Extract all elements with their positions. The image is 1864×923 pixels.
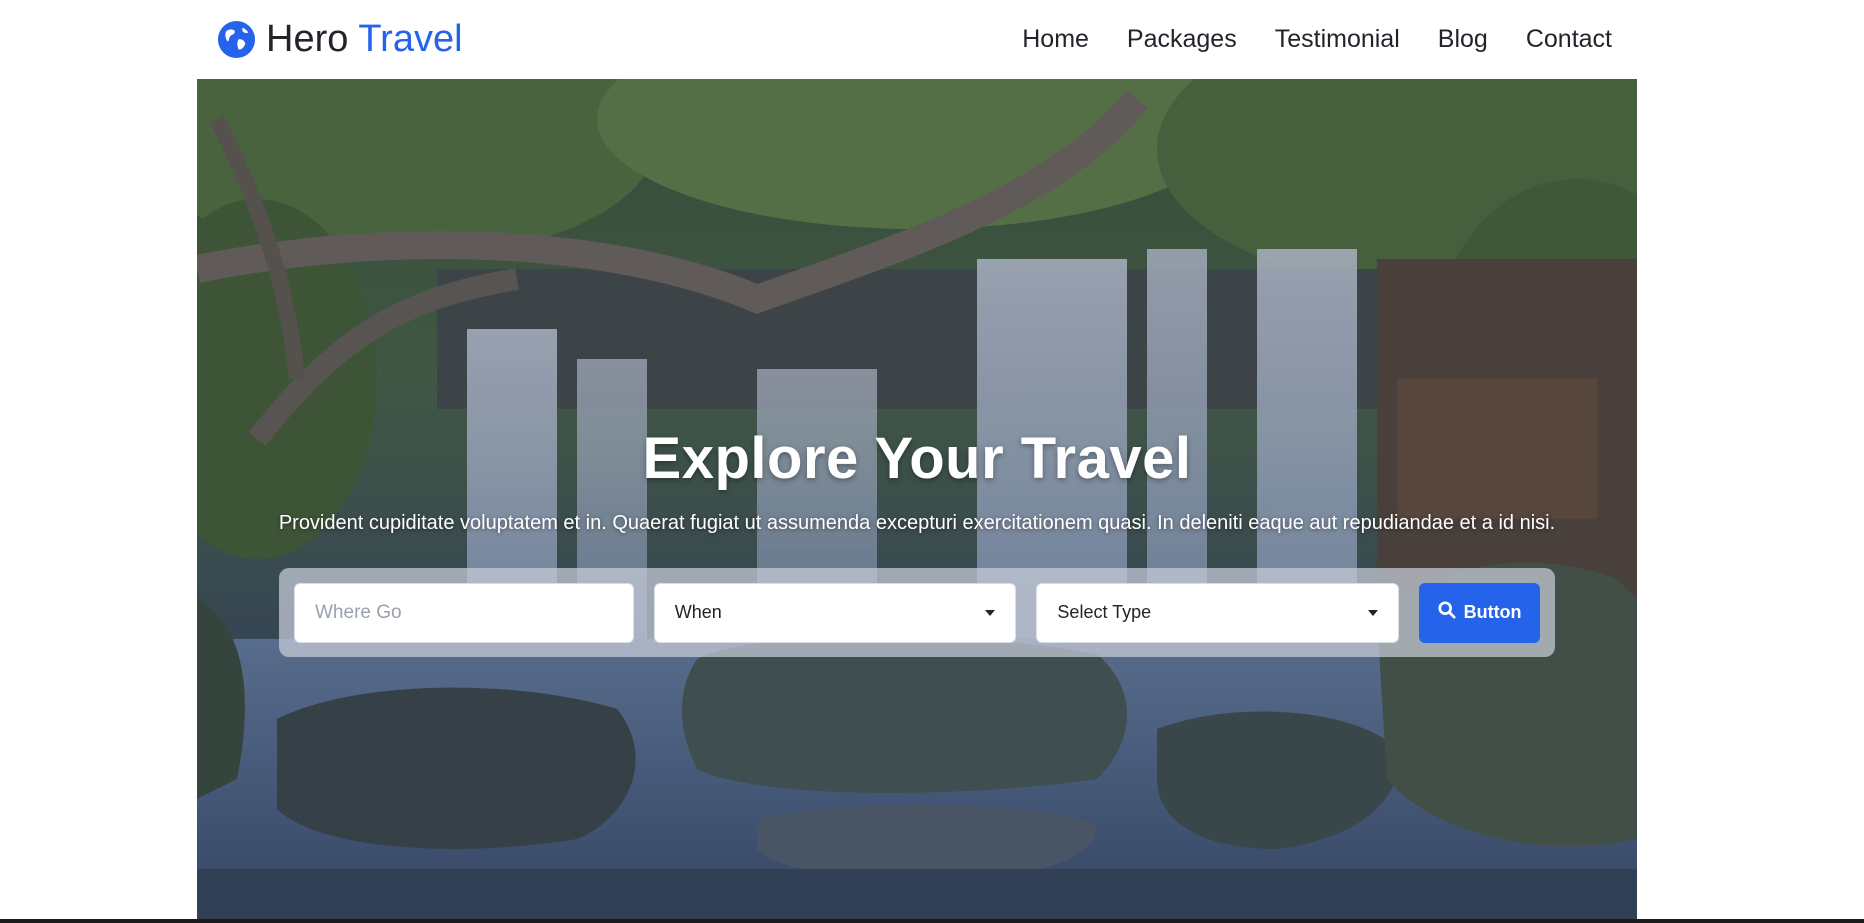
navbar: Hero Travel Home Packages Testimonial Bl… [197,0,1637,79]
caret-down-icon [985,609,996,616]
search-panel: When Select Type Button [279,568,1555,657]
type-select-value: Select Type [1057,602,1152,622]
nav-item-packages[interactable]: Packages [1127,25,1237,54]
search-button-label: Button [1463,602,1522,622]
brand[interactable]: Hero Travel [217,18,463,61]
when-select-value: When [674,602,722,622]
brand-name-accent: Travel [358,18,463,60]
search-button[interactable]: Button [1419,582,1541,643]
hero-content: Explore Your Travel Provident cupiditate… [197,425,1637,535]
when-select[interactable]: When [653,582,1017,643]
caret-down-icon [1368,609,1379,616]
page-bottom-border [0,919,1864,923]
type-select[interactable]: Select Type [1036,582,1400,643]
hero-section: Explore Your Travel Provident cupiditate… [197,79,1637,923]
hero-subtitle: Provident cupiditate voluptatem et in. Q… [278,512,1556,534]
brand-name-primary: Hero [266,18,349,60]
search-icon [1438,601,1456,624]
nav-item-contact[interactable]: Contact [1526,25,1612,54]
where-input[interactable] [315,601,613,624]
where-field[interactable] [294,582,634,643]
nav-item-home[interactable]: Home [1022,25,1089,54]
nav-item-testimonial[interactable]: Testimonial [1275,25,1400,54]
globe-icon [217,20,256,59]
nav-item-blog[interactable]: Blog [1438,25,1488,54]
main-nav: Home Packages Testimonial Blog Contact [1022,25,1612,54]
hero-title: Explore Your Travel [642,426,1192,491]
